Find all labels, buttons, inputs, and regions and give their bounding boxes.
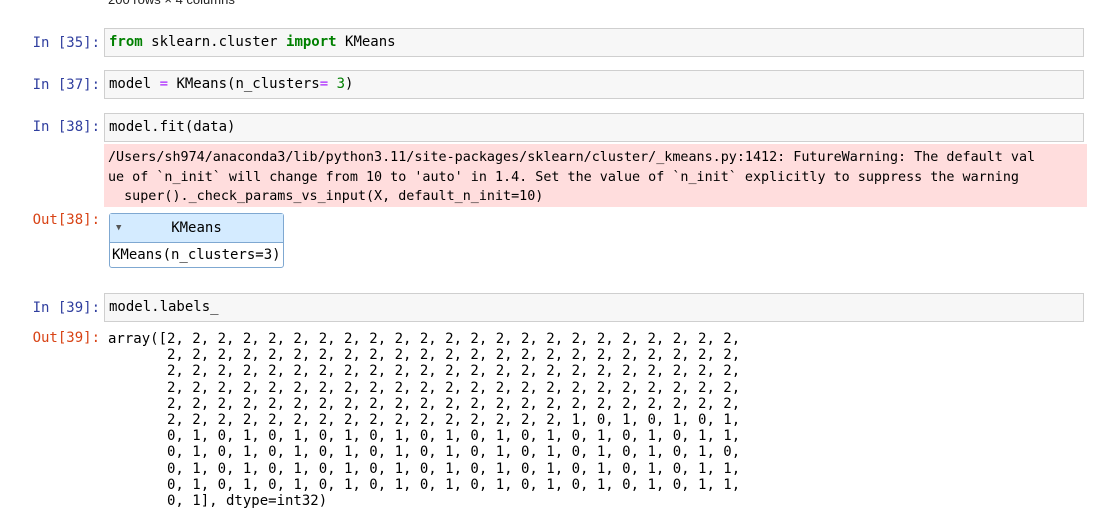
cell-39-code-input[interactable]: model.labels_ xyxy=(104,293,1084,322)
code-module: sklearn.cluster xyxy=(142,34,287,50)
dataframe-shape-footer: 200 rows × 4 columns xyxy=(108,0,235,8)
code-keyword-import: import xyxy=(286,34,337,50)
cell-38-out-prompt: Out[38]: xyxy=(32,212,100,228)
output-line: 2, 2, 2, 2, 2, 2, 2, 2, 2, 2, 2, 2, 2, 2… xyxy=(108,363,741,380)
estimator-name: KMeans xyxy=(171,220,222,236)
estimator-repr: KMeans(n_clusters=3) xyxy=(110,242,283,268)
output-line: 2, 2, 2, 2, 2, 2, 2, 2, 2, 2, 2, 2, 2, 2… xyxy=(108,395,741,412)
cell-35-code-input[interactable]: from sklearn.cluster import KMeans xyxy=(104,28,1084,57)
estimator-toggle[interactable]: ▼ KMeans xyxy=(110,214,283,242)
stderr-line: ue of `n_init` will change from 10 to 'a… xyxy=(108,169,1019,185)
stderr-warning-output: /Users/sh974/anaconda3/lib/python3.11/si… xyxy=(104,144,1087,207)
cell-39-output: array([2, 2, 2, 2, 2, 2, 2, 2, 2, 2, 2, … xyxy=(108,331,740,509)
cell-38-code-input[interactable]: model.fit(data) xyxy=(104,113,1084,142)
triangle-down-icon: ▼ xyxy=(116,223,122,233)
code-name: KMeans xyxy=(336,34,396,50)
output-line: 0, 1, 0, 1, 0, 1, 0, 1, 0, 1, 0, 1, 0, 1… xyxy=(108,476,741,493)
cell-38-in-prompt: In [38]: xyxy=(32,119,100,135)
code-operator: = xyxy=(319,76,329,92)
code-var: model xyxy=(109,76,160,92)
stderr-line: super()._check_params_vs_input(X, defaul… xyxy=(108,189,544,204)
cell-37-in-prompt: In [37]: xyxy=(32,77,100,93)
estimator-display[interactable]: ▼ KMeans KMeans(n_clusters=3) xyxy=(109,213,284,268)
output-line: array([2, 2, 2, 2, 2, 2, 2, 2, 2, 2, 2, … xyxy=(108,331,741,347)
output-line: 0, 1], dtype=int32) xyxy=(108,493,328,510)
cell-37-code-input[interactable]: model = KMeans(n_clusters= 3) xyxy=(104,70,1084,99)
output-line: 0, 1, 0, 1, 0, 1, 0, 1, 0, 1, 0, 1, 0, 1… xyxy=(108,428,741,445)
output-line: 2, 2, 2, 2, 2, 2, 2, 2, 2, 2, 2, 2, 2, 2… xyxy=(108,412,741,429)
cell-39-in-prompt: In [39]: xyxy=(32,300,100,316)
code-keyword-from: from xyxy=(109,34,143,50)
output-line: 2, 2, 2, 2, 2, 2, 2, 2, 2, 2, 2, 2, 2, 2… xyxy=(108,347,741,364)
output-line: 0, 1, 0, 1, 0, 1, 0, 1, 0, 1, 0, 1, 0, 1… xyxy=(108,460,741,477)
code-call: KMeans(n_clusters xyxy=(168,76,320,92)
cell-35-in-prompt: In [35]: xyxy=(32,35,100,51)
cell-39-out-prompt: Out[39]: xyxy=(32,330,100,346)
code-number: 3 xyxy=(336,76,346,92)
code-operator: = xyxy=(159,76,169,92)
stderr-line: /Users/sh974/anaconda3/lib/python3.11/si… xyxy=(108,150,1036,165)
output-line: 0, 1, 0, 1, 0, 1, 0, 1, 0, 1, 0, 1, 0, 1… xyxy=(108,444,741,461)
output-line: 2, 2, 2, 2, 2, 2, 2, 2, 2, 2, 2, 2, 2, 2… xyxy=(108,379,741,396)
code-paren: ) xyxy=(345,76,354,92)
